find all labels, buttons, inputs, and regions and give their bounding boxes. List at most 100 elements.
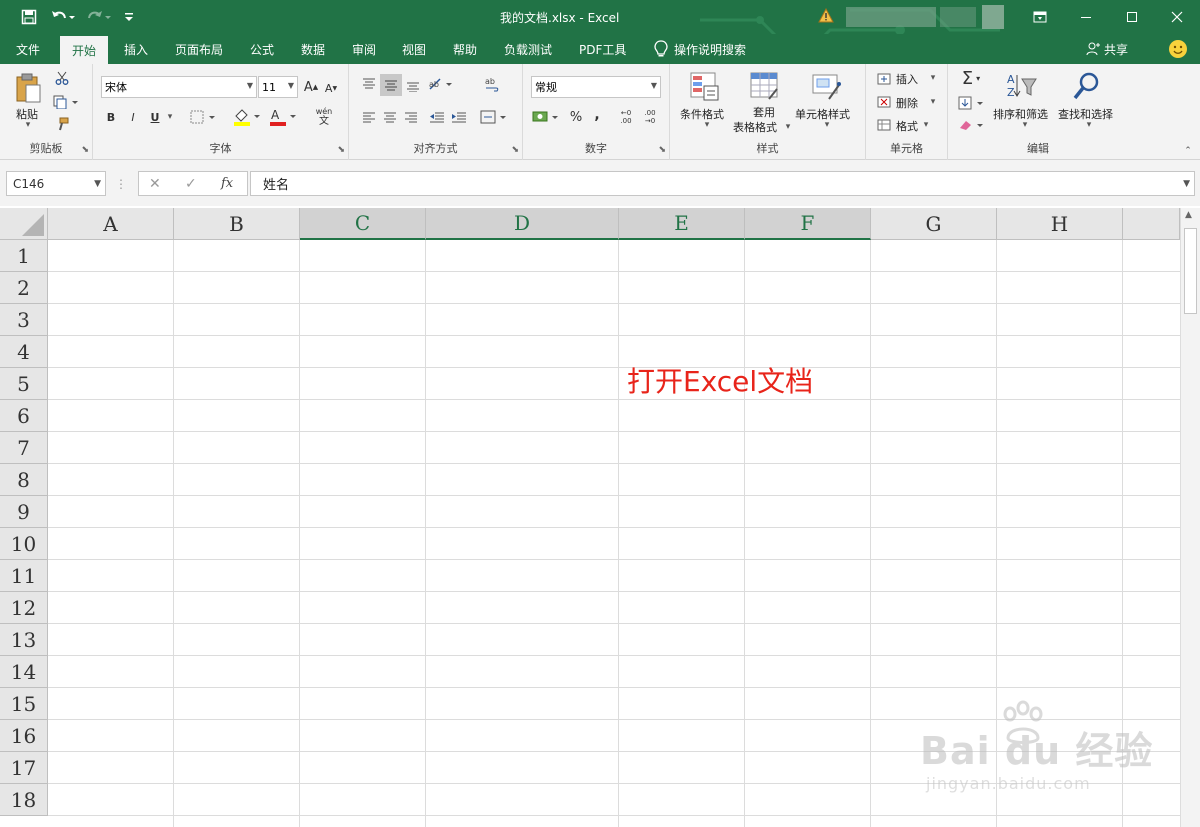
row-header-17[interactable]: 17 (0, 752, 48, 784)
delete-cells-label[interactable]: 删除 (896, 95, 918, 111)
chevron-down-icon[interactable]: ▾ (1020, 120, 1030, 130)
row-header-2[interactable]: 2 (0, 272, 48, 304)
select-all-button[interactable] (0, 208, 48, 240)
chevron-down-icon[interactable]: ▾ (928, 97, 938, 107)
tab-load-test[interactable]: 负载测试 (492, 34, 564, 64)
align-middle-icon[interactable] (380, 74, 402, 96)
column-header-c[interactable]: C (300, 208, 426, 240)
bold-button[interactable]: B (103, 108, 119, 126)
tab-review[interactable]: 审阅 (340, 34, 388, 64)
fill-color-icon[interactable] (231, 106, 263, 128)
format-as-table-label-2[interactable]: 表格格式 (733, 119, 777, 135)
comma-style-button[interactable]: , (589, 106, 605, 124)
underline-button[interactable]: U (147, 108, 163, 126)
align-right-icon[interactable] (401, 108, 421, 126)
number-launcher-icon[interactable]: ⬊ (658, 145, 666, 155)
format-as-table-icon[interactable] (748, 70, 782, 104)
tab-insert[interactable]: 插入 (112, 34, 160, 64)
format-cells-icon[interactable] (876, 118, 892, 132)
tab-file[interactable]: 文件 (4, 34, 52, 64)
font-size-combo[interactable]: 11 ▼ (258, 76, 298, 98)
formula-bar-grip-icon[interactable]: ⋮ (115, 171, 127, 196)
minimize-icon[interactable] (1063, 0, 1109, 34)
row-header-9[interactable]: 9 (0, 496, 48, 528)
cancel-icon[interactable]: ✕ (149, 176, 161, 192)
row-header-14[interactable]: 14 (0, 656, 48, 688)
row-header-6[interactable]: 6 (0, 400, 48, 432)
maximize-icon[interactable] (1109, 0, 1155, 34)
tab-page-layout[interactable]: 页面布局 (163, 34, 235, 64)
wrap-text-icon[interactable]: ab (481, 74, 503, 96)
clipboard-launcher-icon[interactable]: ⬊ (81, 145, 89, 155)
increase-indent-icon[interactable] (449, 108, 469, 126)
decrease-indent-icon[interactable] (427, 108, 447, 126)
column-header-h[interactable]: H (997, 208, 1123, 240)
row-header-15[interactable]: 15 (0, 688, 48, 720)
insert-cells-icon[interactable] (876, 72, 892, 86)
clear-icon[interactable] (956, 116, 986, 134)
row-header-16[interactable]: 16 (0, 720, 48, 752)
column-header-d[interactable]: D (426, 208, 619, 240)
formula-input[interactable]: 姓名 ▼ (250, 171, 1195, 196)
alignment-launcher-icon[interactable]: ⬊ (511, 145, 519, 155)
row-header-3[interactable]: 3 (0, 304, 48, 336)
column-header-g[interactable]: G (871, 208, 997, 240)
collapse-ribbon-icon[interactable]: ⌃ (1182, 146, 1194, 156)
paste-icon[interactable] (12, 70, 44, 106)
format-cells-label[interactable]: 格式 (896, 118, 918, 134)
column-header-f[interactable]: F (745, 208, 871, 240)
cut-icon[interactable] (54, 70, 70, 86)
tab-pdf-tools[interactable]: PDF工具 (567, 34, 638, 64)
scroll-up-icon[interactable]: ▲ (1185, 210, 1192, 220)
chevron-down-icon[interactable]: ▾ (702, 120, 712, 130)
column-header-e[interactable]: E (619, 208, 745, 240)
phonetic-guide-button[interactable]: wén 文 (309, 104, 339, 130)
account-avatar[interactable] (982, 5, 1004, 29)
font-color-icon[interactable]: A (267, 106, 299, 128)
number-format-combo[interactable]: 常规 ▼ (531, 76, 661, 98)
chevron-down-icon[interactable]: ▾ (783, 122, 793, 132)
italic-button[interactable]: I (125, 108, 141, 126)
smiley-feedback-icon[interactable] (1168, 39, 1188, 59)
shrink-font-button[interactable]: A ▼ (323, 80, 339, 96)
row-header-11[interactable]: 11 (0, 560, 48, 592)
row-header-12[interactable]: 12 (0, 592, 48, 624)
decrease-decimal-button[interactable]: .00 →0 (639, 108, 661, 126)
align-bottom-icon[interactable] (403, 76, 423, 96)
borders-icon[interactable] (189, 108, 219, 126)
column-header-a[interactable]: A (48, 208, 174, 240)
column-header-b[interactable]: B (174, 208, 300, 240)
tab-home[interactable]: 开始 (60, 34, 109, 64)
tab-data[interactable]: 数据 (289, 34, 337, 64)
insert-function-icon[interactable]: fx (221, 176, 233, 191)
delete-cells-icon[interactable] (876, 95, 892, 109)
tab-view[interactable]: 视图 (390, 34, 438, 64)
conditional-formatting-icon[interactable] (688, 70, 722, 104)
merge-center-icon[interactable] (479, 108, 509, 126)
row-header-5[interactable]: 5 (0, 368, 48, 400)
font-launcher-icon[interactable]: ⬊ (337, 145, 345, 155)
insert-cells-label[interactable]: 插入 (896, 71, 918, 87)
redo-icon[interactable] (84, 6, 114, 28)
close-icon[interactable] (1154, 0, 1200, 34)
name-box[interactable]: C146 ▼ (6, 171, 106, 196)
row-header-7[interactable]: 7 (0, 432, 48, 464)
chevron-down-icon[interactable]: ▼ (1183, 179, 1190, 189)
row-header-13[interactable]: 13 (0, 624, 48, 656)
tab-formulas[interactable]: 公式 (238, 34, 286, 64)
row-header-8[interactable]: 8 (0, 464, 48, 496)
undo-icon[interactable] (48, 6, 78, 28)
customize-icon[interactable] (122, 6, 136, 28)
chevron-down-icon[interactable]: ▾ (928, 73, 938, 83)
tab-help[interactable]: 帮助 (441, 34, 489, 64)
warning-icon[interactable] (818, 7, 834, 27)
ribbon-display-options-icon[interactable] (1017, 0, 1063, 34)
copy-icon[interactable] (52, 94, 80, 110)
align-left-icon[interactable] (359, 108, 379, 126)
align-top-icon[interactable] (359, 74, 379, 94)
column-header-overflow[interactable] (1123, 208, 1180, 240)
share-button[interactable]: 共享 (1086, 34, 1128, 64)
cell-styles-icon[interactable] (810, 70, 844, 104)
font-name-combo[interactable]: 宋体 ▼ (101, 76, 257, 98)
fill-icon[interactable] (956, 94, 986, 112)
